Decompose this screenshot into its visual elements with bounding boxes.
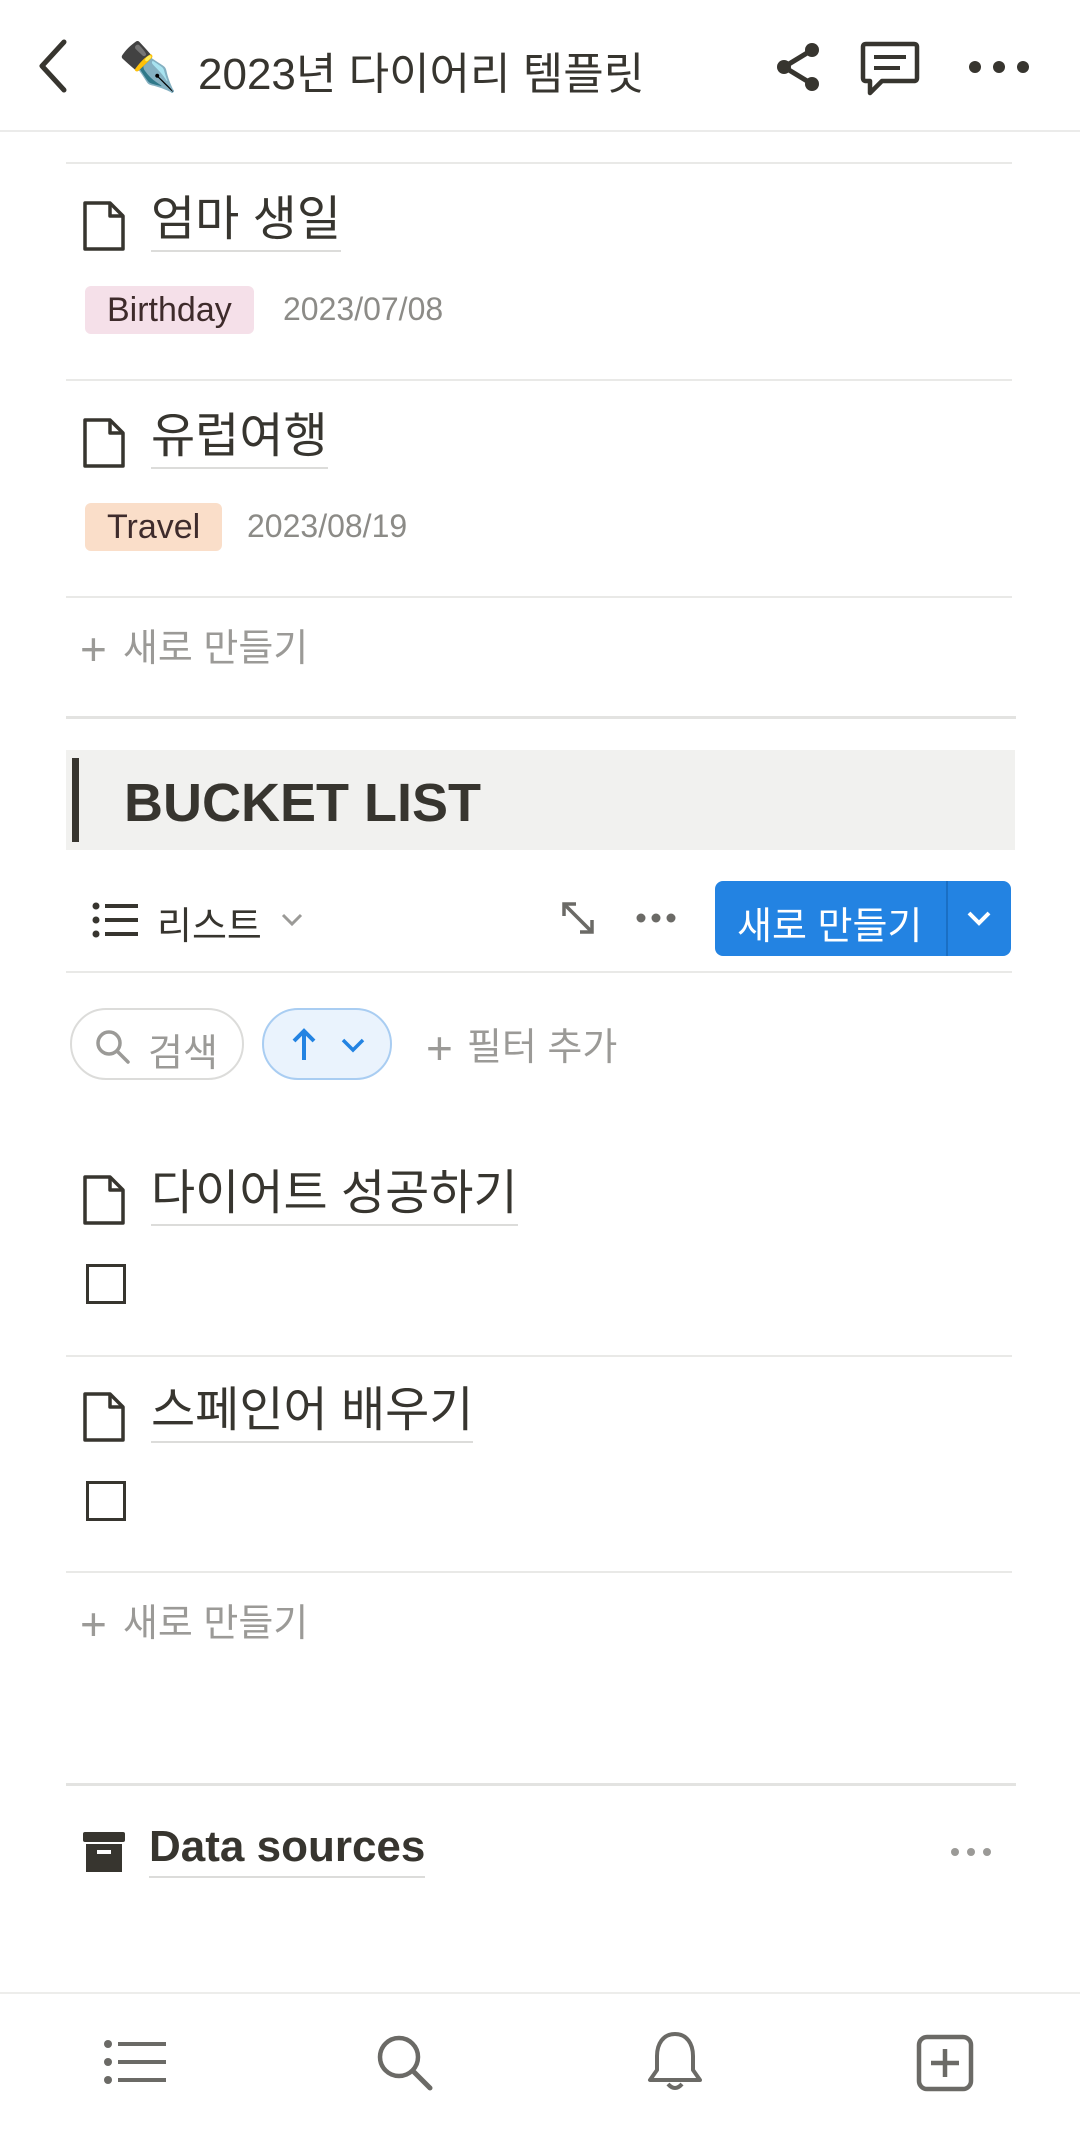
button-separator [946,881,948,956]
item-title[interactable]: 엄마 생일 [151,194,341,252]
item-title[interactable]: 다이어트 성공하기 [151,1168,518,1226]
section-divider [66,1783,1016,1786]
share-icon[interactable] [774,42,822,92]
list-icon[interactable] [104,2039,166,2085]
item-title[interactable]: 유럽여행 [151,411,328,469]
page-emoji: ✒️ [118,41,178,94]
search-icon [96,1030,130,1064]
new-button[interactable]: 새로 만들기 [715,881,1011,956]
date-value: 2023/07/08 [283,291,444,327]
heading-bar [72,758,79,842]
top-bar: ✒️ 2023년 다이어리 템플릿 [0,0,1080,132]
plus-icon: + [80,1598,107,1650]
view-label: 리스트 [157,906,262,948]
chevron-down-icon [341,1038,365,1053]
bottom-nav [0,1992,1080,2141]
search-pill[interactable]: 검색 [70,1008,244,1080]
page-icon [83,1392,125,1442]
data-sources-label[interactable]: Data sources [149,1822,426,1878]
new-item-button[interactable]: + 새로 만들기 [80,617,308,676]
comment-icon[interactable] [860,40,920,98]
page-icon [83,1175,125,1225]
section-divider [66,716,1016,719]
plus-icon: + [426,1022,453,1074]
new-item-label: 새로 만들기 [122,1603,309,1645]
archive-icon [83,1832,125,1872]
search-icon[interactable] [374,2032,434,2092]
divider [66,971,1012,973]
divider [66,379,1012,381]
expand-icon[interactable] [558,898,598,938]
divider [66,1355,1012,1357]
heading-text: BUCKET LIST [124,773,481,833]
item-title[interactable]: 스페인어 배우기 [151,1385,474,1443]
checkbox[interactable] [86,1264,126,1304]
divider [66,162,1012,164]
tag-badge: Birthday [85,286,254,334]
list-view-icon [92,902,138,938]
page-title: 2023년 다이어리 템플릿 [198,50,645,99]
data-sources-more-icon[interactable] [950,1847,992,1857]
page-icon [83,418,125,468]
plus-icon: + [80,623,107,675]
tag-badge: Travel [85,503,223,551]
new-page-icon[interactable] [916,2034,974,2092]
arrow-up-icon [292,1028,316,1060]
divider [66,1571,1012,1573]
search-label: 검색 [148,1033,218,1075]
divider [66,596,1012,598]
bell-icon[interactable] [646,2030,704,2094]
sort-pill[interactable] [262,1008,392,1080]
date-value: 2023/08/19 [247,508,408,544]
page-icon [83,201,125,251]
new-button-label: 새로 만들기 [737,906,923,948]
checkbox[interactable] [86,1481,126,1521]
back-icon[interactable] [34,38,74,94]
bucket-list-heading: BUCKET LIST [66,750,1015,850]
new-item-button[interactable]: + 새로 만들기 [80,1592,308,1651]
chevron-down-icon [281,913,303,927]
add-filter-label: 필터 추가 [466,1027,618,1069]
add-filter-button[interactable]: + 필터 추가 [426,1016,617,1075]
view-more-icon[interactable] [636,913,676,923]
chevron-down-icon[interactable] [965,909,993,929]
more-icon[interactable] [968,60,1030,74]
new-item-label: 새로 만들기 [122,628,309,670]
